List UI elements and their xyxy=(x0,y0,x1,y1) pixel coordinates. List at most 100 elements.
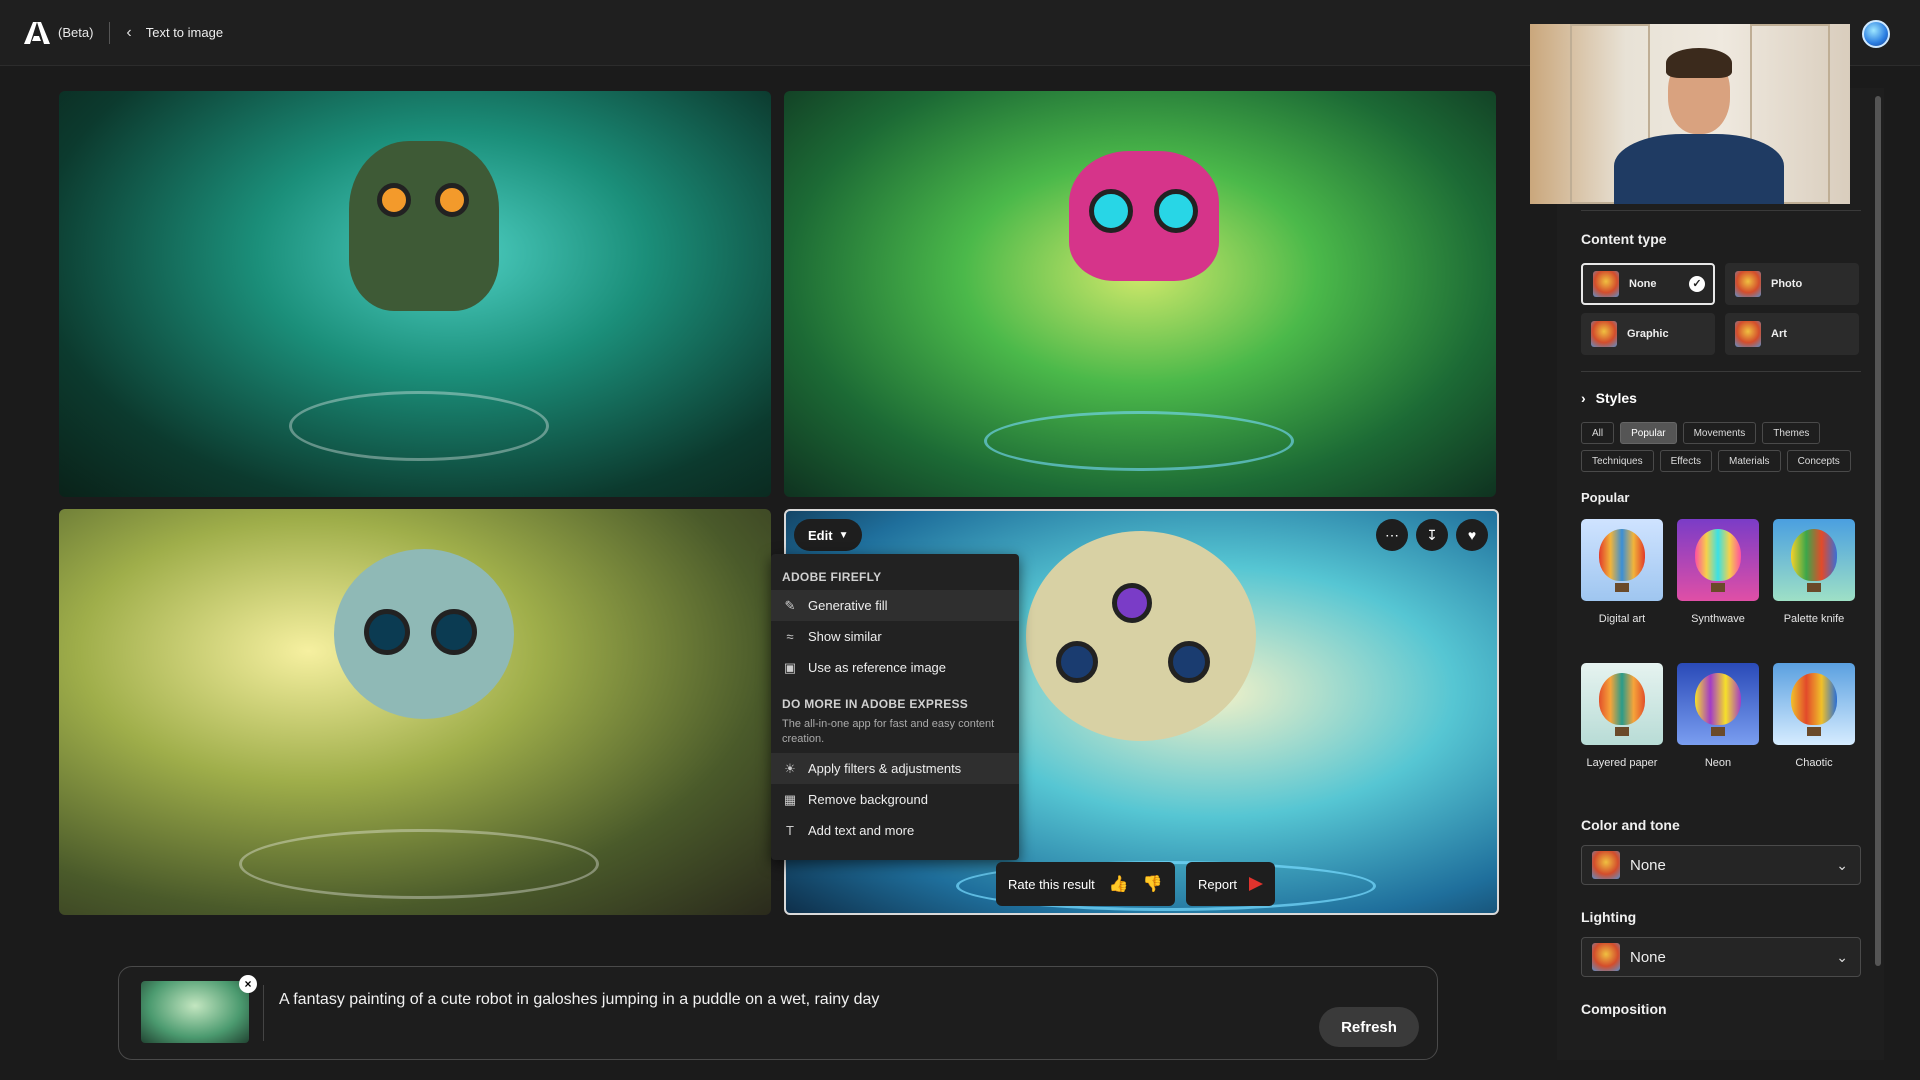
menu-item-remove-background[interactable]: ▦ Remove background xyxy=(771,784,1019,815)
result-image-3[interactable] xyxy=(59,509,771,915)
panel-content: Content type None ✓ Photo Graphic Art › xyxy=(1581,88,1861,1017)
style-card-neon[interactable]: Neon xyxy=(1677,663,1759,807)
style-card-chaotic[interactable]: Chaotic xyxy=(1773,663,1855,807)
content-type-label: Art xyxy=(1771,328,1787,340)
styles-title: Styles xyxy=(1595,390,1637,406)
menu-item-label: Remove background xyxy=(808,792,928,807)
download-button[interactable]: ↧ xyxy=(1416,519,1448,551)
avatar[interactable] xyxy=(1862,20,1890,48)
popular-title: Popular xyxy=(1581,490,1630,505)
tab-movements[interactable]: Movements xyxy=(1682,422,1757,444)
menu-item-apply-filters[interactable]: ☀ Apply filters & adjustments xyxy=(771,753,1019,784)
basket xyxy=(1807,727,1821,736)
reference-thumbnail[interactable] xyxy=(141,981,249,1043)
color-tone-dropdown[interactable]: None ⌄ xyxy=(1581,845,1861,885)
content-type-label: Photo xyxy=(1771,278,1803,290)
download-icon: ↧ xyxy=(1426,526,1438,543)
robot-eye xyxy=(377,183,411,217)
tab-materials[interactable]: Materials xyxy=(1717,450,1781,472)
sun-icon: ☀ xyxy=(784,760,796,776)
content-type-photo[interactable]: Photo xyxy=(1725,263,1859,305)
style-card-digital-art[interactable]: Digital art xyxy=(1581,519,1663,663)
divider xyxy=(1581,210,1861,211)
result-image-1[interactable] xyxy=(59,91,771,497)
more-options-button[interactable]: ⋯ xyxy=(1376,519,1408,551)
content-type-art[interactable]: Art xyxy=(1725,313,1859,355)
menu-item-label: Use as reference image xyxy=(808,660,947,675)
content-type-options: None ✓ Photo Graphic Art xyxy=(1581,263,1861,355)
divider xyxy=(263,985,264,1041)
style-card-palette-knife[interactable]: Palette knife xyxy=(1773,519,1855,663)
edit-dropdown-button[interactable]: Edit ▼ xyxy=(794,519,863,551)
balloon-icon xyxy=(1599,673,1645,725)
lighting-title: Lighting xyxy=(1581,909,1637,925)
checkmark-icon: ✓ xyxy=(1689,276,1705,292)
style-thumbnail xyxy=(1677,519,1759,601)
report-label: Report xyxy=(1198,876,1238,892)
style-thumbnail xyxy=(1677,663,1759,745)
style-card-layered-paper[interactable]: Layered paper xyxy=(1581,663,1663,807)
basket xyxy=(1711,583,1725,592)
adobe-logo-icon[interactable] xyxy=(24,21,50,44)
balloon-icon xyxy=(1735,321,1761,347)
menu-item-show-similar[interactable]: ≈ Show similar xyxy=(771,621,1019,652)
tab-techniques[interactable]: Techniques xyxy=(1581,450,1654,472)
balloon-icon xyxy=(1695,673,1741,725)
scrollbar-thumb[interactable] xyxy=(1875,96,1881,966)
scrollbar[interactable] xyxy=(1874,96,1882,1056)
menu-item-use-reference[interactable]: ▣ Use as reference image xyxy=(771,652,1019,683)
rate-result-bar: Rate this result 👍 👎 xyxy=(996,862,1175,906)
lighting-dropdown[interactable]: None ⌄ xyxy=(1581,937,1861,977)
close-icon[interactable]: × xyxy=(239,975,257,993)
style-thumbnail xyxy=(1581,663,1663,745)
edit-label: Edit xyxy=(808,527,833,543)
style-label: Digital art xyxy=(1598,613,1646,625)
image-icon: ▦ xyxy=(783,791,797,807)
robot-eye xyxy=(1154,189,1198,233)
text-icon: T xyxy=(786,823,794,838)
style-card-synthwave[interactable]: Synthwave xyxy=(1677,519,1759,663)
content-type-label: Graphic xyxy=(1627,328,1669,340)
robot-eye xyxy=(364,609,410,655)
ellipsis-icon: ⋯ xyxy=(1385,526,1399,543)
tab-all[interactable]: All xyxy=(1581,422,1615,444)
favorite-button[interactable]: ♥ xyxy=(1456,519,1488,551)
prompt-input[interactable]: A fantasy painting of a cute robot in ga… xyxy=(279,991,879,1009)
robot-eye xyxy=(435,183,469,217)
menu-item-generative-fill[interactable]: ✎ Generative fill xyxy=(771,590,1019,621)
tab-concepts[interactable]: Concepts xyxy=(1786,450,1851,472)
balloon-icon xyxy=(1735,271,1761,297)
dropdown-value: None xyxy=(1630,948,1666,966)
back-chevron-icon[interactable]: ‹ xyxy=(126,24,131,42)
style-thumbnail xyxy=(1773,663,1855,745)
robot-figure xyxy=(334,549,514,719)
styles-header[interactable]: › Styles xyxy=(1581,390,1861,406)
balloon-icon xyxy=(1592,851,1620,879)
content-type-none[interactable]: None ✓ xyxy=(1581,263,1715,305)
divider xyxy=(1581,371,1861,372)
basket xyxy=(1615,727,1629,736)
robot-eye xyxy=(1112,583,1152,623)
basket xyxy=(1807,583,1821,592)
report-button[interactable]: Report xyxy=(1186,862,1276,906)
breadcrumb[interactable]: Text to image xyxy=(146,25,223,40)
tab-effects[interactable]: Effects xyxy=(1659,450,1712,472)
chevron-down-icon: ⌄ xyxy=(1836,857,1848,873)
menu-item-add-text[interactable]: T Add text and more xyxy=(771,815,1019,846)
balloon-icon xyxy=(1591,321,1617,347)
refresh-button[interactable]: Refresh xyxy=(1319,1007,1419,1047)
result-image-2[interactable] xyxy=(784,91,1496,497)
rate-label: Rate this result xyxy=(1008,876,1095,892)
menu-section-title: ADOBE FIREFLY xyxy=(782,570,882,584)
robot-figure xyxy=(1026,531,1256,741)
person-body xyxy=(1614,134,1784,204)
dropdown-value: None xyxy=(1630,856,1666,874)
menu-item-label: Show similar xyxy=(808,629,882,644)
thumbs-down-icon[interactable]: 👎 xyxy=(1143,874,1163,894)
style-label: Layered paper xyxy=(1586,757,1658,769)
chevron-right-icon: › xyxy=(1581,390,1586,406)
content-type-graphic[interactable]: Graphic xyxy=(1581,313,1715,355)
tab-themes[interactable]: Themes xyxy=(1762,422,1821,444)
thumbs-up-icon[interactable]: 👍 xyxy=(1109,874,1129,894)
tab-popular[interactable]: Popular xyxy=(1620,422,1677,444)
